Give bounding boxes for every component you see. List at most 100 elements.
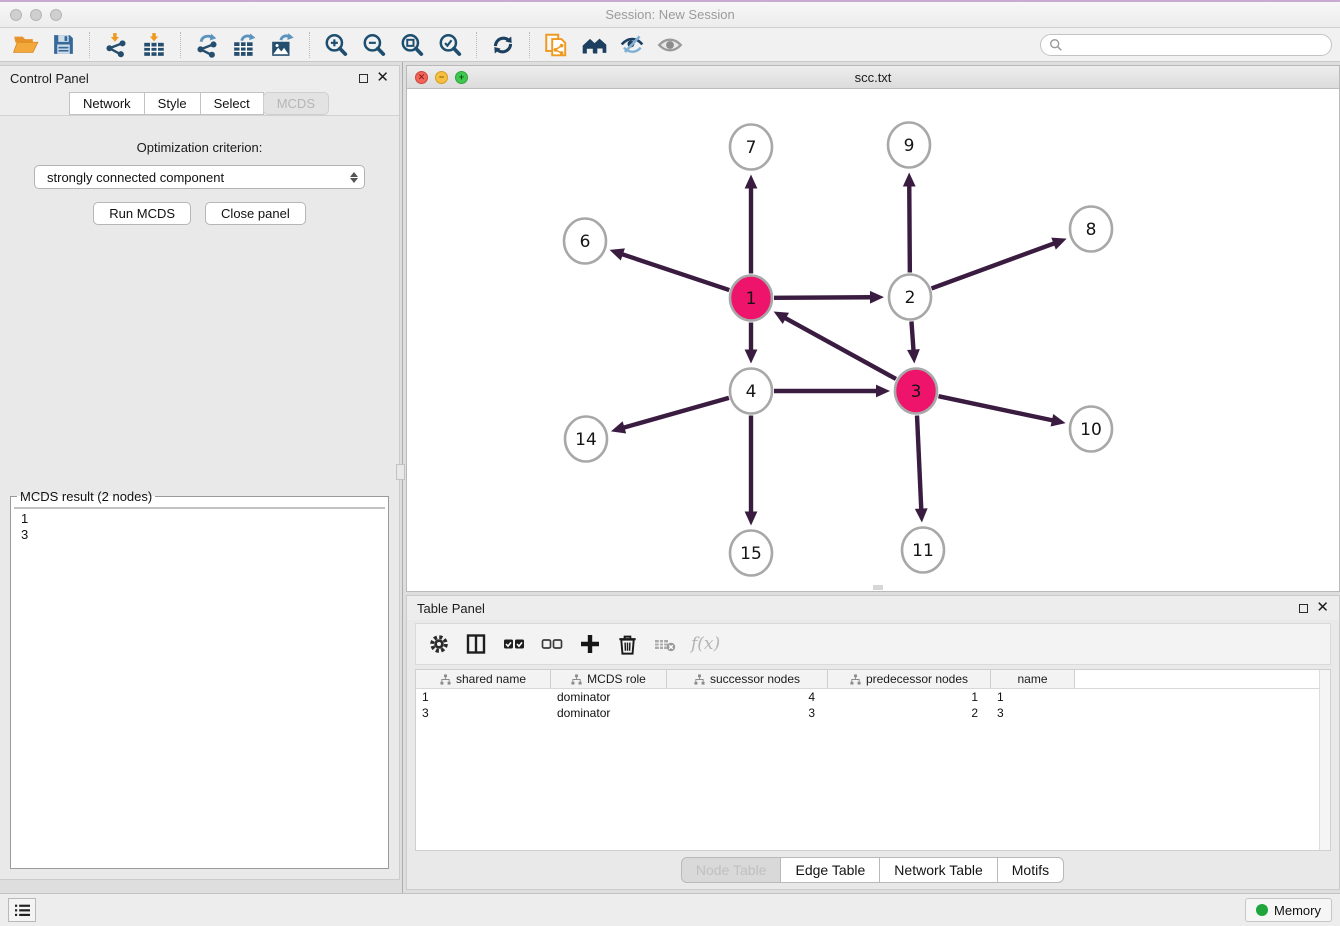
graph-node-2[interactable]: 2 (889, 275, 931, 320)
show-selected-button[interactable] (653, 30, 687, 60)
graph-edge-1-6[interactable] (610, 248, 730, 290)
graph-node-3[interactable]: 3 (895, 369, 937, 414)
task-history-button[interactable] (8, 898, 36, 922)
export-image-button[interactable] (266, 30, 300, 60)
tab-motifs[interactable]: Motifs (997, 857, 1064, 883)
graph-edge-2-8[interactable] (932, 238, 1067, 289)
column-header-name[interactable]: name (991, 670, 1075, 688)
node-table[interactable]: shared nameMCDS rolesuccessor nodesprede… (415, 669, 1331, 851)
network-window-titlebar[interactable]: ✕ − + scc.txt (407, 66, 1339, 89)
zoom-out-button[interactable] (357, 30, 391, 60)
close-panel-button[interactable]: Close panel (205, 202, 306, 225)
save-session-button[interactable] (46, 30, 80, 60)
svg-text:6: 6 (580, 232, 591, 252)
unselect-all-columns-button[interactable] (540, 632, 564, 656)
tab-node-table[interactable]: Node Table (681, 857, 782, 883)
canvas-resize-grip[interactable] (873, 585, 883, 590)
close-panel-icon[interactable]: ✕ (376, 73, 389, 83)
select-all-columns-button[interactable] (502, 632, 526, 656)
table-cell[interactable]: 3 (416, 705, 551, 721)
search-field[interactable] (1040, 34, 1332, 56)
table-row[interactable]: 1dominator411 (416, 689, 1330, 705)
graph-edge-4-3[interactable] (774, 385, 890, 398)
close-table-panel-icon[interactable]: ✕ (1316, 603, 1329, 613)
network-graph[interactable]: 1 2 3 4 6 7 8 9 10 11 14 15 (407, 89, 1339, 591)
network-canvas[interactable]: 1 2 3 4 6 7 8 9 10 11 14 15 (407, 89, 1339, 591)
table-scrollbar[interactable] (1319, 670, 1330, 850)
delete-columns-button[interactable] (616, 633, 639, 656)
column-header-shared-name[interactable]: shared name (416, 670, 551, 688)
graph-node-9[interactable]: 9 (888, 123, 930, 168)
graph-node-15[interactable]: 15 (730, 531, 772, 576)
network-window-controls[interactable]: ✕ − + (415, 71, 468, 84)
float-table-panel-icon[interactable] (1299, 604, 1308, 613)
table-cell[interactable]: 4 (667, 689, 828, 705)
graph-edge-4-14[interactable] (611, 398, 729, 434)
graph-edge-2-9[interactable] (903, 172, 916, 272)
export-network-button[interactable] (190, 30, 224, 60)
table-options-button[interactable] (428, 633, 450, 655)
zoom-in-button[interactable] (319, 30, 353, 60)
refresh-layout-button[interactable] (486, 30, 520, 60)
table-cell[interactable]: 1 (416, 689, 551, 705)
graph-node-4[interactable]: 4 (730, 369, 772, 414)
import-table-button[interactable] (137, 30, 171, 60)
create-column-button[interactable] (578, 632, 602, 656)
tab-mcds[interactable]: MCDS (263, 92, 329, 115)
tab-edge-table[interactable]: Edge Table (780, 857, 880, 883)
graph-edge-4-15[interactable] (745, 416, 758, 526)
control-panel-title: Control Panel (10, 71, 89, 86)
graph-edge-3-11[interactable] (915, 415, 928, 522)
graph-node-7[interactable]: 7 (730, 125, 772, 170)
float-panel-icon[interactable] (359, 74, 368, 83)
graph-node-1[interactable]: 1 (730, 276, 772, 321)
maximize-view-icon[interactable]: + (455, 71, 468, 84)
column-header-predecessor-nodes[interactable]: predecessor nodes (828, 670, 991, 688)
delete-table-button[interactable] (653, 632, 677, 656)
close-view-icon[interactable]: ✕ (415, 71, 428, 84)
table-cell[interactable]: dominator (551, 705, 667, 721)
open-session-button[interactable] (8, 30, 42, 60)
tab-style[interactable]: Style (144, 92, 201, 115)
show-all-button[interactable] (577, 30, 611, 60)
table-row[interactable]: 3dominator323 (416, 705, 1330, 721)
table-cell[interactable]: dominator (551, 689, 667, 705)
graph-edge-1-4[interactable] (745, 323, 758, 364)
graph-node-10[interactable]: 10 (1070, 407, 1112, 452)
table-cell[interactable]: 1 (828, 689, 991, 705)
run-mcds-button[interactable]: Run MCDS (93, 202, 191, 225)
column-header-MCDS-role[interactable]: MCDS role (551, 670, 667, 688)
tab-select[interactable]: Select (200, 92, 264, 115)
export-table-button[interactable] (228, 30, 262, 60)
graph-edge-1-7[interactable] (745, 175, 758, 274)
graph-edge-1-2[interactable] (774, 291, 884, 304)
tab-network-table[interactable]: Network Table (879, 857, 997, 883)
tab-network[interactable]: Network (69, 92, 145, 115)
graph-node-8[interactable]: 8 (1070, 207, 1112, 252)
zoom-selected-button[interactable] (433, 30, 467, 60)
memory-button[interactable]: Memory (1245, 898, 1332, 922)
graph-edge-3-10[interactable] (938, 396, 1065, 426)
panel-splitter[interactable] (400, 62, 406, 893)
graph-node-14[interactable]: 14 (565, 417, 607, 462)
optimization-criterion-dropdown[interactable]: strongly connected component (34, 165, 365, 189)
function-builder-button[interactable]: f(x) (691, 634, 720, 654)
graph-edge-3-1[interactable] (774, 312, 896, 379)
graph-node-6[interactable]: 6 (564, 219, 606, 264)
import-network-button[interactable] (99, 30, 133, 60)
table-cell[interactable]: 1 (991, 689, 1075, 705)
duplicate-network-button[interactable] (539, 30, 573, 60)
table-cell[interactable]: 3 (991, 705, 1075, 721)
show-columns-button[interactable] (464, 632, 488, 656)
table-cell[interactable]: 2 (828, 705, 991, 721)
hide-selected-button[interactable] (615, 30, 649, 60)
search-input[interactable] (1068, 36, 1323, 54)
mcds-result-area[interactable]: 1 3 (14, 507, 385, 509)
graph-edge-2-3[interactable] (907, 321, 920, 363)
splitter-grip[interactable] (396, 464, 405, 480)
graph-node-11[interactable]: 11 (902, 528, 944, 573)
column-header-successor-nodes[interactable]: successor nodes (667, 670, 828, 688)
minimize-view-icon[interactable]: − (435, 71, 448, 84)
zoom-fit-button[interactable] (395, 30, 429, 60)
table-cell[interactable]: 3 (667, 705, 828, 721)
